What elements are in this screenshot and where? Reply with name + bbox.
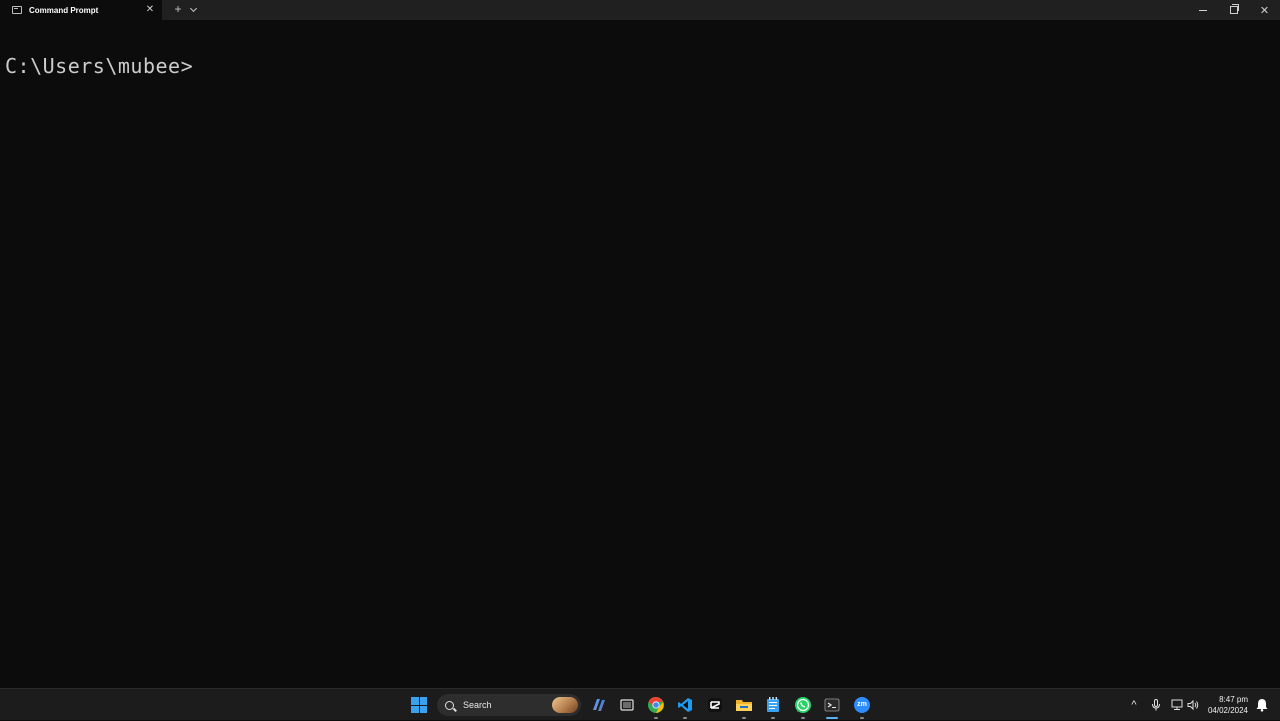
notepad-icon <box>767 697 779 712</box>
capcut-icon <box>708 698 722 712</box>
chevron-down-icon <box>189 4 197 13</box>
zoom-button[interactable]: zm <box>850 693 874 719</box>
vscode-button[interactable] <box>673 693 697 719</box>
running-indicator <box>742 717 746 719</box>
restore-button[interactable] <box>1218 0 1249 20</box>
tab-close-button[interactable]: ✕ <box>144 4 156 16</box>
terminal-area[interactable]: C:\Users\mubee> <box>0 20 1280 688</box>
taskbar-search[interactable]: Search <box>437 694 581 716</box>
microphone-icon <box>1152 699 1160 711</box>
zoom-label: zm <box>857 701 867 708</box>
notepad-button[interactable] <box>761 693 785 719</box>
minimize-icon <box>1198 9 1207 11</box>
search-placeholder: Search <box>463 700 492 710</box>
title-bar: Command Prompt ✕ + ✕ <box>0 0 1280 20</box>
task-view-icon <box>620 699 634 711</box>
active-indicator <box>826 717 838 719</box>
capcut-button[interactable] <box>703 693 727 717</box>
tab-title: Command Prompt <box>29 5 99 15</box>
chrome-icon <box>648 696 664 713</box>
copilot-button[interactable] <box>586 693 610 717</box>
whatsapp-icon <box>795 697 811 713</box>
tab-dropdown-button[interactable] <box>186 0 200 20</box>
vscode-icon <box>678 698 692 712</box>
copilot-icon <box>593 699 605 711</box>
restore-icon <box>1229 4 1239 14</box>
network-button[interactable] <box>1170 698 1184 712</box>
close-button[interactable]: ✕ <box>1249 0 1280 20</box>
microphone-button[interactable] <box>1149 698 1163 712</box>
running-indicator <box>771 717 775 719</box>
new-tab-button[interactable]: + <box>170 0 186 20</box>
windows-logo-icon <box>411 697 427 713</box>
clock-time: 8:47 pm <box>1219 695 1248 704</box>
taskbar: Search zm ^ 8:47 pm 04/02/2024 <box>0 688 1280 720</box>
task-view-button[interactable] <box>615 693 639 717</box>
file-explorer-button[interactable] <box>732 693 756 719</box>
clock[interactable]: 8:47 pm 04/02/2024 <box>1208 694 1248 716</box>
command-prompt-line: C:\Users\mubee> <box>5 54 194 78</box>
search-icon <box>445 700 454 710</box>
running-indicator <box>801 717 805 719</box>
speaker-icon <box>1187 699 1199 711</box>
bell-icon <box>1256 699 1268 712</box>
volume-button[interactable] <box>1186 698 1200 712</box>
chevron-up-icon: ^ <box>1131 699 1137 711</box>
notifications-button[interactable] <box>1256 698 1270 712</box>
whatsapp-button[interactable] <box>791 693 815 719</box>
network-icon <box>1171 699 1183 710</box>
chrome-button[interactable] <box>644 693 668 719</box>
running-indicator <box>860 717 864 719</box>
show-hidden-icons-button[interactable]: ^ <box>1127 698 1141 712</box>
minimize-button[interactable] <box>1187 0 1218 20</box>
start-button[interactable] <box>407 693 431 717</box>
command-prompt-icon <box>12 6 22 14</box>
search-highlight-image <box>552 697 578 713</box>
tab-command-prompt[interactable]: Command Prompt ✕ <box>0 0 162 20</box>
terminal-icon <box>824 698 840 712</box>
terminal-button[interactable] <box>820 693 844 719</box>
window-controls: ✕ <box>1187 0 1280 20</box>
close-icon: ✕ <box>1259 4 1270 17</box>
running-indicator <box>683 717 687 719</box>
file-explorer-icon <box>736 700 752 711</box>
clock-date: 04/02/2024 <box>1207 706 1248 715</box>
running-indicator <box>654 717 658 719</box>
